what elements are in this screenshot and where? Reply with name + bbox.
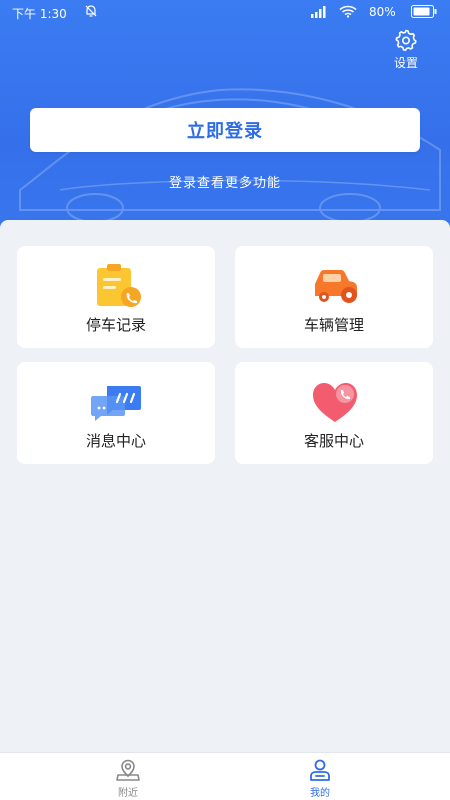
vehicle-management-card[interactable]: 车辆管理 [235, 246, 433, 348]
tab-nearby-label: 附近 [118, 788, 138, 799]
location-icon [116, 759, 140, 781]
heart-phone-icon [313, 383, 357, 422]
message-center-card[interactable]: 消息中心 [17, 362, 215, 464]
message-icon [91, 386, 141, 421]
settings-button[interactable]: 设置 [386, 28, 426, 72]
card-label: 停车记录 [85, 316, 146, 334]
wifi-icon [339, 5, 357, 18]
customer-service-card[interactable]: 客服中心 [235, 362, 433, 464]
tab-nearby[interactable]: 附近 [88, 753, 168, 800]
status-time: 下午 1:30 [12, 7, 67, 21]
settings-label: 设置 [393, 56, 418, 70]
menu-panel: 停车记录 车辆管理 消息中心 客服中心 [0, 220, 450, 752]
signal-icon [311, 6, 326, 18]
user-icon [310, 759, 330, 781]
status-bar: 下午 1:30 80% [0, 0, 450, 24]
tab-mine[interactable]: 我的 [280, 753, 360, 800]
bell-muted-icon [85, 5, 97, 17]
battery-icon [411, 5, 437, 18]
card-label: 消息中心 [85, 432, 146, 450]
parking-records-card[interactable]: 停车记录 [17, 246, 215, 348]
car-icon [315, 270, 357, 303]
gear-icon [395, 29, 417, 51]
battery-percentage: 80% [369, 5, 396, 19]
clipboard-icon [97, 264, 141, 307]
card-label: 车辆管理 [303, 316, 364, 334]
login-button[interactable]: 立即登录 [30, 108, 420, 152]
tab-mine-label: 我的 [310, 788, 330, 799]
bottom-navigation: 附近 我的 [0, 752, 450, 800]
login-subtitle: 登录查看更多功能 [168, 176, 281, 191]
card-label: 客服中心 [303, 432, 364, 450]
